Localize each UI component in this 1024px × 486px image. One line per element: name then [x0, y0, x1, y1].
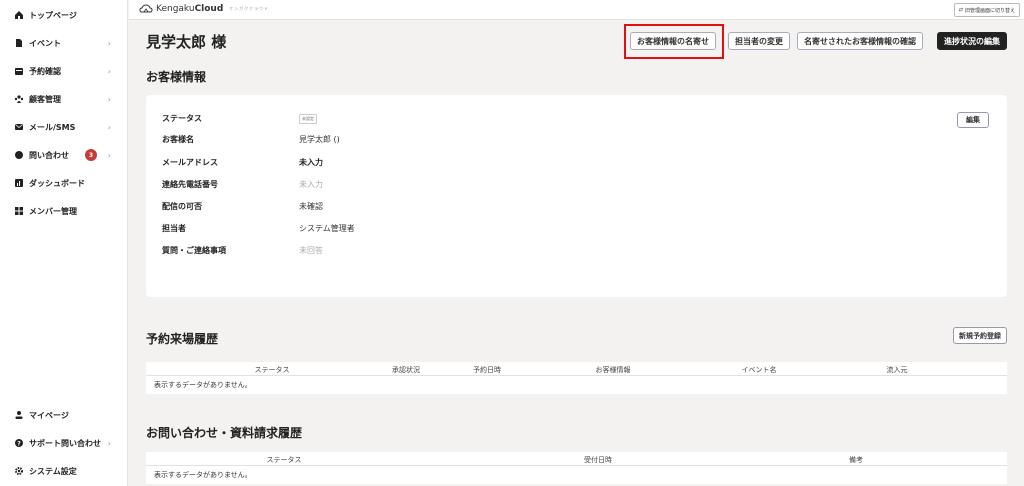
- info-label: 連絡先電話番号: [162, 179, 218, 189]
- sidebar-item-support[interactable]: ? サポート問い合わせ ›: [14, 435, 119, 451]
- column-header[interactable]: ステータス: [267, 455, 302, 465]
- change-owner-button[interactable]: 担当者の変更: [728, 32, 790, 50]
- info-row-name: お客様名 見学太郎 (): [162, 132, 340, 146]
- column-header[interactable]: 予約日時: [473, 365, 501, 375]
- column-header[interactable]: 承認状況: [392, 365, 420, 375]
- chevron-right-icon: ›: [107, 122, 111, 132]
- status-badge: 未設定: [299, 113, 317, 124]
- sidebar-item-label: メール/SMS: [29, 122, 76, 132]
- gear-icon: [14, 466, 24, 476]
- info-label: 質問・ご連絡事項: [162, 245, 226, 255]
- reservation-history-table: ステータス 承認状況 予約日時 お客様情報 イベント名 流入元 表示するデータが…: [146, 362, 1007, 394]
- edit-button[interactable]: 編集: [957, 112, 989, 128]
- chevron-right-icon: ›: [107, 38, 111, 48]
- sidebar-item-customers[interactable]: 顧客管理 ›: [14, 91, 119, 107]
- table-header: ステータス 受付日時 備考: [146, 452, 1007, 466]
- sidebar-item-label: 顧客管理: [29, 94, 61, 104]
- inquiry-history-table: ステータス 受付日時 備考 表示するデータがありません。: [146, 452, 1007, 484]
- topbar: Kengaku Cloud ケンガククラウド ⇄ 旧管理画面に切り替え: [129, 0, 1024, 20]
- chart-icon: [14, 178, 24, 188]
- sidebar-item-label: トップページ: [29, 10, 77, 20]
- kengaku-cloud-logo[interactable]: Kengaku Cloud ケンガククラウド: [139, 4, 269, 14]
- info-row-email: メールアドレス 未入力: [162, 155, 323, 169]
- sidebar-item-mail[interactable]: メール/SMS ›: [14, 119, 119, 135]
- column-header[interactable]: お客様情報: [596, 365, 631, 375]
- info-label: 担当者: [162, 223, 186, 233]
- info-row-status: ステータス 未設定: [162, 111, 317, 125]
- sidebar-item-dashboard[interactable]: ダッシュボード: [14, 175, 119, 191]
- info-value: 未入力: [299, 157, 323, 167]
- reservation-history-title: 予約来場履歴: [146, 332, 219, 346]
- info-row-delivery: 配信の可否 未確認: [162, 199, 323, 213]
- info-label: お客様名: [162, 134, 194, 144]
- sidebar-item-mypage[interactable]: マイページ: [14, 407, 119, 423]
- highlight-box: [624, 24, 724, 59]
- confirm-merged-button[interactable]: 名寄せされたお客様情報の確認: [797, 32, 923, 50]
- grid-icon: [14, 206, 24, 216]
- sidebar-item-reservation[interactable]: 予約確認 ›: [14, 63, 119, 79]
- info-value: 未確認: [299, 201, 323, 211]
- home-icon: [14, 10, 24, 20]
- calendar-icon: [14, 66, 24, 76]
- info-value: 未入力: [299, 179, 323, 189]
- sidebar-item-label: 問い合わせ: [29, 150, 69, 160]
- column-header[interactable]: 受付日時: [584, 455, 612, 465]
- mail-icon: [14, 122, 24, 132]
- sidebar-item-label: マイページ: [29, 410, 69, 420]
- customer-info-title: お客様情報: [146, 70, 207, 84]
- info-row-owner: 担当者 システム管理者: [162, 221, 355, 235]
- switch-legacy-admin-label: 旧管理画面に切り替え: [964, 7, 1015, 14]
- sidebar-item-settings[interactable]: システム設定: [14, 463, 119, 479]
- sidebar-item-inquiry[interactable]: 問い合わせ 3 ›: [14, 147, 119, 163]
- sidebar-item-label: 予約確認: [29, 66, 61, 76]
- column-header[interactable]: ステータス: [255, 365, 290, 375]
- sidebar-item-top[interactable]: トップページ: [14, 7, 119, 23]
- cloud-logo-icon: [139, 4, 153, 13]
- user-icon: [14, 410, 24, 420]
- document-icon: [14, 38, 24, 48]
- info-value: 見学太郎 (): [299, 134, 340, 144]
- table-header: ステータス 承認状況 予約日時 お客様情報 イベント名 流入元: [146, 362, 1007, 376]
- sidebar: トップページ イベント › 予約確認 › 顧客管理 › メール/SMS › 問い…: [0, 0, 128, 486]
- switch-legacy-admin-button[interactable]: ⇄ 旧管理画面に切り替え: [953, 3, 1020, 17]
- users-icon: [14, 94, 24, 104]
- empty-message: 表示するデータがありません。: [154, 471, 252, 479]
- info-label: メールアドレス: [162, 157, 218, 167]
- column-header[interactable]: 流入元: [887, 365, 908, 375]
- chevron-right-icon: ›: [107, 94, 111, 104]
- edit-progress-button[interactable]: 進捗状況の編集: [937, 32, 1007, 50]
- empty-message: 表示するデータがありません。: [154, 381, 252, 389]
- help-icon: ?: [14, 438, 24, 448]
- inquiry-history-title: お問い合わせ・資料請求履歴: [146, 426, 303, 440]
- sidebar-item-label: ダッシュボード: [29, 178, 85, 188]
- sidebar-item-label: サポート問い合わせ: [29, 438, 101, 448]
- new-reservation-button[interactable]: 新規予約登録: [953, 327, 1007, 344]
- notification-badge: 3: [85, 149, 97, 161]
- page-title: 見学太郎 様: [146, 33, 227, 51]
- sidebar-item-label: システム設定: [29, 466, 77, 476]
- customer-info-card: ステータス 未設定 お客様名 見学太郎 () メールアドレス 未入力 連絡先電話…: [146, 95, 1007, 297]
- info-label: ステータス: [162, 113, 202, 123]
- sidebar-item-members[interactable]: メンバー管理: [14, 203, 119, 219]
- sidebar-item-label: メンバー管理: [29, 206, 77, 216]
- svg-text:?: ?: [17, 441, 21, 448]
- info-row-questions: 質問・ご連絡事項 未回答: [162, 243, 323, 257]
- chat-icon: [14, 150, 24, 160]
- logo-tagline: ケンガククラウド: [229, 6, 270, 11]
- info-value: システム管理者: [299, 223, 355, 233]
- chevron-right-icon: ›: [107, 66, 111, 76]
- switch-icon: ⇄: [958, 7, 963, 13]
- info-row-phone: 連絡先電話番号 未入力: [162, 177, 323, 191]
- info-value: 未回答: [299, 245, 323, 255]
- chevron-right-icon: ›: [107, 150, 111, 160]
- column-header[interactable]: 備考: [849, 455, 863, 465]
- sidebar-item-label: イベント: [29, 38, 61, 48]
- logo-text-light: Kengaku: [156, 4, 195, 14]
- chevron-right-icon: ›: [107, 438, 111, 448]
- logo-text-bold: Cloud: [194, 4, 224, 14]
- info-label: 配信の可否: [162, 201, 202, 211]
- column-header[interactable]: イベント名: [742, 365, 777, 375]
- sidebar-item-event[interactable]: イベント ›: [14, 35, 119, 51]
